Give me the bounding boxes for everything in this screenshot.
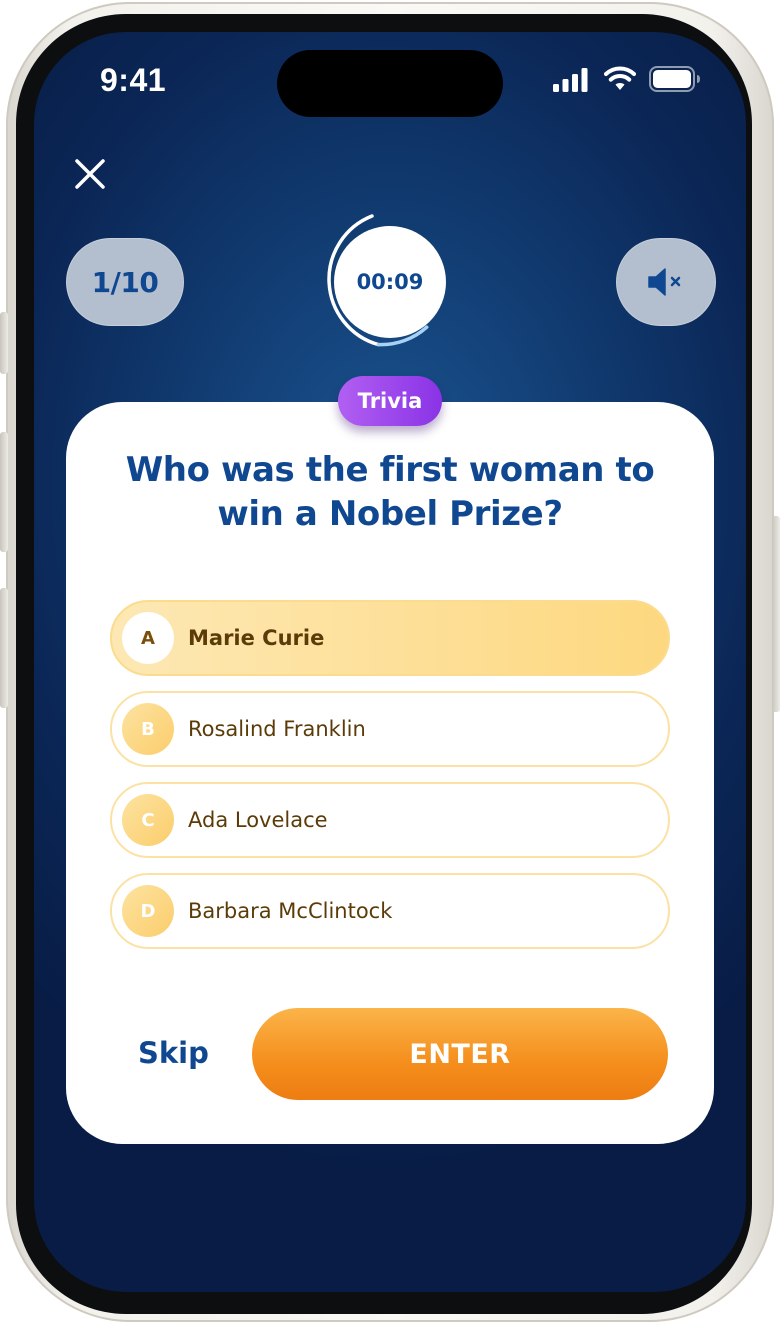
close-icon[interactable]: [72, 156, 108, 192]
skip-button[interactable]: Skip: [138, 1036, 209, 1070]
answer-label: Barbara McClintock: [188, 899, 393, 923]
enter-button[interactable]: ENTER: [252, 1008, 668, 1100]
battery-icon: [649, 66, 700, 92]
dynamic-island: [277, 50, 503, 117]
phone-side-button: [772, 516, 780, 712]
countdown-timer: 00:09: [322, 214, 446, 350]
answer-letter-badge: B: [122, 703, 174, 755]
app-screen: 9:41 1/10 00:09 Trivia Who was the first…: [34, 32, 746, 1292]
answer-label: Marie Curie: [188, 626, 325, 650]
phone-side-button: [0, 588, 8, 708]
answer-letter-badge: A: [122, 612, 174, 664]
wifi-icon: [604, 66, 636, 90]
answer-option-d[interactable]: D Barbara McClintock: [110, 873, 670, 949]
speaker-muted-icon: [648, 268, 681, 296]
answer-option-a[interactable]: A Marie Curie: [110, 600, 670, 676]
answer-letter-badge: D: [122, 885, 174, 937]
answer-label: Ada Lovelace: [188, 808, 328, 832]
cellular-signal-icon: [553, 68, 588, 92]
status-time: 9:41: [100, 62, 167, 98]
answer-letter-badge: C: [122, 794, 174, 846]
phone-side-button: [0, 432, 8, 552]
question-progress: 1/10: [66, 238, 184, 326]
question-text: Who was the first woman to win a Nobel P…: [125, 450, 655, 534]
phone-side-button: [0, 312, 8, 374]
answer-option-c[interactable]: C Ada Lovelace: [110, 782, 670, 858]
timer-value: 00:09: [334, 226, 446, 338]
category-badge: Trivia: [338, 376, 442, 426]
answer-label: Rosalind Franklin: [188, 717, 366, 741]
answer-option-b[interactable]: B Rosalind Franklin: [110, 691, 670, 767]
sound-toggle-button[interactable]: [616, 238, 716, 326]
